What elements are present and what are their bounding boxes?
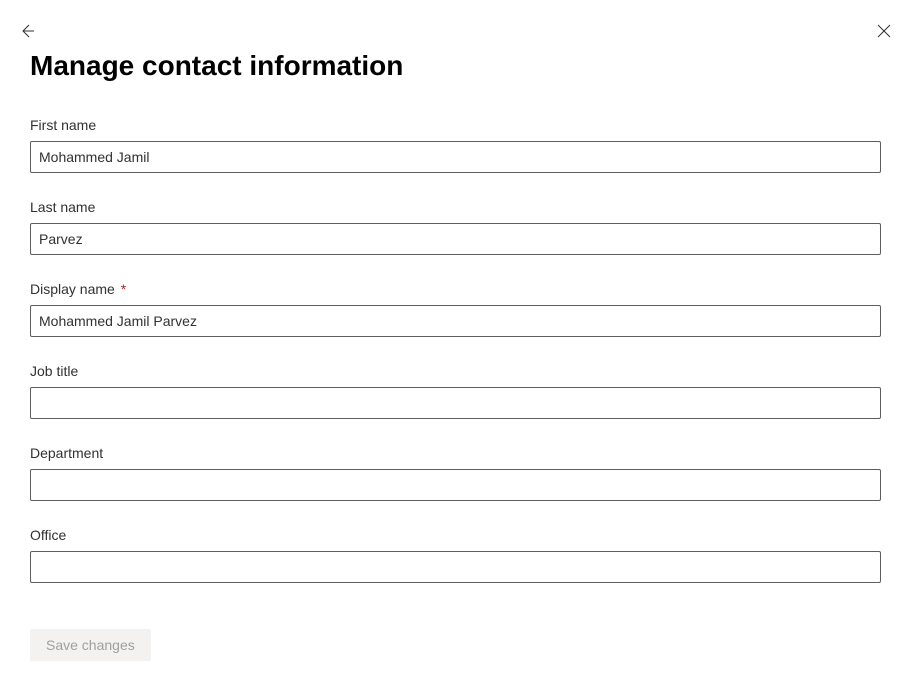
office-input[interactable] bbox=[30, 551, 881, 583]
last-name-input[interactable] bbox=[30, 223, 881, 255]
page-title: Manage contact information bbox=[30, 50, 881, 82]
save-changes-button[interactable]: Save changes bbox=[30, 629, 151, 661]
display-name-label: Display name * bbox=[30, 281, 881, 297]
first-name-input[interactable] bbox=[30, 141, 881, 173]
department-input[interactable] bbox=[30, 469, 881, 501]
job-title-label: Job title bbox=[30, 363, 881, 379]
close-button[interactable] bbox=[872, 20, 896, 44]
office-label: Office bbox=[30, 527, 881, 543]
display-name-label-text: Display name bbox=[30, 281, 115, 297]
required-asterisk-icon: * bbox=[121, 281, 126, 297]
display-name-input[interactable] bbox=[30, 305, 881, 337]
job-title-input[interactable] bbox=[30, 387, 881, 419]
department-label: Department bbox=[30, 445, 881, 461]
back-button[interactable] bbox=[15, 20, 39, 44]
first-name-label: First name bbox=[30, 117, 881, 133]
back-arrow-icon bbox=[19, 23, 35, 42]
close-icon bbox=[876, 23, 892, 42]
last-name-label: Last name bbox=[30, 199, 881, 215]
